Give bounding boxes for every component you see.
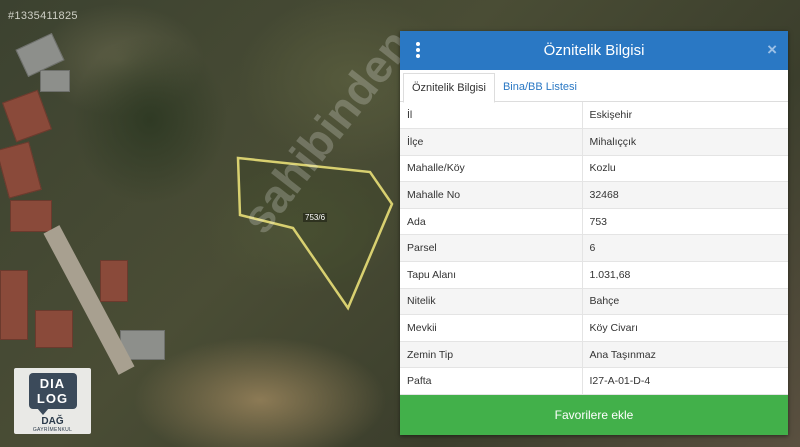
row-key: Mevkii xyxy=(400,314,583,342)
row-key: Ada xyxy=(400,208,583,236)
table-row: İlçe Mihalıççık xyxy=(400,128,788,156)
row-value: Köy Civarı xyxy=(582,314,788,342)
parcel-label: 753/6 xyxy=(303,213,328,222)
logo-line1: DIA xyxy=(39,376,66,391)
attribute-panel: Öznitelik Bilgisi × Öznitelik Bilgisi Bi… xyxy=(400,31,788,435)
tab-attribute-info[interactable]: Öznitelik Bilgisi xyxy=(403,73,495,103)
row-value: Ana Taşınmaz xyxy=(582,341,788,369)
row-key: İlçe xyxy=(400,128,583,156)
row-value: 753 xyxy=(582,208,788,236)
tab-bar: Öznitelik Bilgisi Bina/BB Listesi xyxy=(400,70,788,103)
row-value: 1.031,68 xyxy=(582,261,788,289)
kebab-menu-icon[interactable] xyxy=(411,42,425,59)
company-logo: DIA LOG DAĞ GAYRİMENKUL xyxy=(14,368,91,434)
table-row: Nitelik Bahçe xyxy=(400,288,788,316)
row-key: Mahalle No xyxy=(400,181,583,209)
row-key: Nitelik xyxy=(400,288,583,316)
row-key: Pafta xyxy=(400,367,583,396)
panel-header: Öznitelik Bilgisi × xyxy=(400,31,788,70)
photo-id: #1335411825 xyxy=(8,10,78,22)
panel-title: Öznitelik Bilgisi xyxy=(543,42,645,59)
table-row: Mahalle No 32468 xyxy=(400,181,788,209)
row-value: I27-A-01-D-4 xyxy=(582,367,788,396)
row-key: Mahalle/Köy xyxy=(400,155,583,183)
table-row: Zemin Tip Ana Taşınmaz xyxy=(400,341,788,369)
row-value: 32468 xyxy=(582,181,788,209)
add-to-favorites-button[interactable]: Favorilere ekle xyxy=(400,395,788,435)
table-row: Pafta I27-A-01-D-4 xyxy=(400,367,788,396)
table-row: Ada 753 xyxy=(400,208,788,236)
logo-line2: LOG xyxy=(36,391,69,406)
tab-building-list[interactable]: Bina/BB Listesi xyxy=(495,73,585,101)
attribute-table: İl Eskişehir İlçe Mihalıççık Mahalle/Köy Ko… xyxy=(400,102,788,396)
table-row: İl Eskişehir xyxy=(400,102,788,130)
row-value: Mihalıççık xyxy=(582,128,788,156)
logo-subtitle: GAYRİMENKUL xyxy=(32,427,73,433)
row-key: Zemin Tip xyxy=(400,341,583,369)
row-value: 6 xyxy=(582,234,788,263)
close-icon[interactable]: × xyxy=(767,40,777,60)
row-value: Bahçe xyxy=(582,288,788,316)
row-key: Parsel xyxy=(400,234,583,263)
row-value: Eskişehir xyxy=(582,102,788,130)
row-value: Kozlu xyxy=(582,155,788,183)
table-row: Mahalle/Köy Kozlu xyxy=(400,155,788,183)
table-row: Mevkii Köy Civarı xyxy=(400,314,788,342)
row-key: İl xyxy=(400,102,583,130)
logo-name: DAĞ xyxy=(41,416,64,427)
table-row: Tapu Alanı 1.031,68 xyxy=(400,261,788,289)
row-key: Tapu Alanı xyxy=(400,261,583,289)
table-row: Parsel 6 xyxy=(400,234,788,263)
logo-mark: DIA LOG xyxy=(28,373,77,415)
